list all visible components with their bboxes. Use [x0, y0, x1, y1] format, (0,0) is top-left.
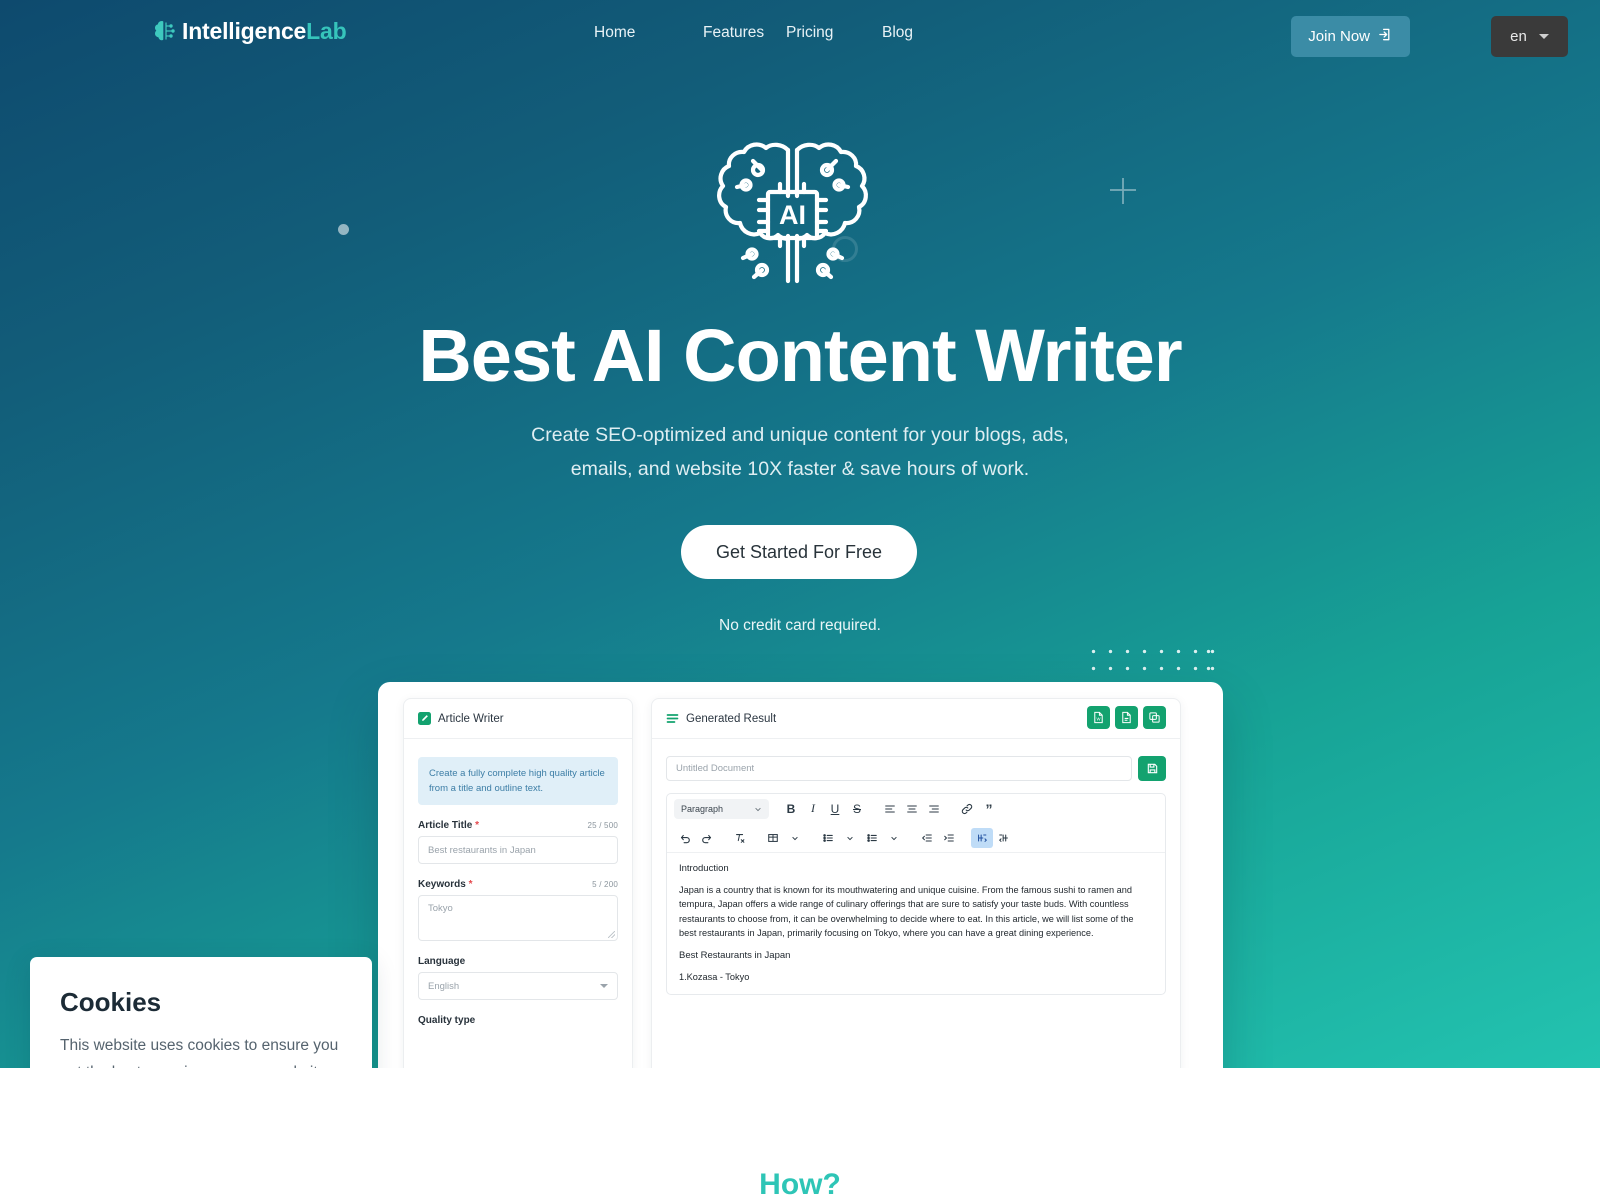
cookie-banner-title: Cookies	[60, 987, 162, 1017]
svg-text:W: W	[1096, 717, 1101, 722]
nav-item-pricing[interactable]: Pricing	[786, 24, 882, 42]
editor-toolbar-row-2	[667, 823, 1165, 852]
table-icon[interactable]	[762, 828, 784, 848]
editor-content[interactable]: Introduction Japan is a country that is …	[667, 852, 1165, 984]
align-left-icon[interactable]	[879, 799, 901, 819]
page-title: Best AI Content Writer	[418, 314, 1182, 397]
bulleted-list-chevron-icon[interactable]	[839, 828, 861, 848]
chevron-down-icon	[1538, 34, 1549, 39]
document-name-row: Untitled Document	[666, 756, 1166, 781]
decorative-dot	[338, 224, 349, 235]
logo[interactable]: IntelligenceLab	[152, 17, 347, 44]
no-credit-card-note: No credit card required.	[719, 617, 881, 634]
language-selector[interactable]: en	[1491, 16, 1568, 57]
align-center-icon[interactable]	[901, 799, 923, 819]
required-marker: *	[475, 820, 479, 831]
nav-item-blog[interactable]: Blog	[882, 24, 991, 42]
content-list-item-1: 1.Kozasa - Tokyo	[679, 972, 750, 983]
article-title-label: Article Title *	[418, 820, 479, 831]
bold-icon[interactable]: B	[780, 799, 802, 819]
logo-text: IntelligenceLab	[182, 17, 347, 44]
hero-section: IntelligenceLab Home Features Pricing Bl…	[0, 0, 1600, 1068]
export-buttons: W	[1087, 706, 1166, 729]
table-chevron-icon[interactable]	[784, 828, 806, 848]
save-floppy-icon[interactable]	[1138, 756, 1166, 781]
hero-subtitle: Create SEO-optimized and unique content …	[0, 418, 1600, 486]
bulleted-list-icon[interactable]	[817, 828, 839, 848]
content-paragraph-1: Japan is a country that is known for its…	[679, 885, 1134, 938]
article-title-input[interactable]: Best restaurants in Japan	[418, 836, 618, 864]
generated-result-panel: Generated Result W Untitled Document Par…	[651, 698, 1181, 1068]
clear-format-icon[interactable]	[729, 828, 751, 848]
nav-links: Home Features Pricing Blog	[594, 24, 991, 42]
block-format-select[interactable]: Paragraph	[674, 798, 769, 819]
logo-text-primary: Intelligence	[182, 17, 307, 44]
content-heading-best-restaurants: Best Restaurants in Japan	[679, 950, 791, 962]
language-select[interactable]: English	[418, 972, 618, 1000]
quality-type-label: Quality type	[418, 1015, 476, 1026]
logo-text-accent: Lab	[306, 17, 347, 44]
word-export-icon[interactable]: W	[1087, 706, 1110, 729]
pencil-square-icon	[418, 712, 431, 725]
keywords-field-row: Keywords * 5 / 200	[418, 879, 618, 890]
underline-icon[interactable]: U	[824, 799, 846, 819]
brain-circuit-icon	[152, 18, 178, 44]
content-heading-introduction: Introduction	[679, 863, 729, 874]
redo-icon[interactable]	[696, 828, 718, 848]
align-right-icon[interactable]	[923, 799, 945, 819]
quote-icon[interactable]: ”	[978, 799, 1000, 819]
nav-item-features[interactable]: Features	[703, 24, 786, 42]
nav-item-home[interactable]: Home	[594, 24, 703, 42]
article-writer-header: Article Writer	[404, 699, 632, 739]
outdent-icon[interactable]	[916, 828, 938, 848]
cookie-banner-text: This website uses cookies to ensure you …	[60, 1037, 339, 1068]
editor-toolbar-row-1: Paragraph B I U S ”	[667, 794, 1165, 823]
hero-subtitle-line-1: Create SEO-optimized and unique content …	[531, 424, 1069, 446]
chevron-down-icon	[600, 984, 608, 988]
italic-icon[interactable]: I	[802, 799, 824, 819]
ltr-direction-icon[interactable]	[971, 827, 993, 848]
get-started-button[interactable]: Get Started For Free	[681, 525, 917, 579]
pdf-export-icon[interactable]	[1115, 706, 1138, 729]
join-now-label: Join Now	[1308, 28, 1370, 45]
decorative-plus-icon	[1110, 178, 1136, 204]
main-navigation: IntelligenceLab Home Features Pricing Bl…	[0, 0, 1600, 72]
link-icon[interactable]	[956, 799, 978, 819]
join-now-button[interactable]: Join Now	[1291, 16, 1410, 57]
block-format-value: Paragraph	[681, 803, 724, 814]
language-field-row: Language	[418, 956, 618, 967]
language-label: Language	[418, 956, 466, 967]
numbered-list-chevron-icon[interactable]	[883, 828, 905, 848]
hero-subtitle-line-2: emails, and website 10X faster & save ho…	[570, 458, 1030, 480]
article-writer-info: Create a fully complete high quality art…	[418, 757, 618, 805]
language-selector-value: en	[1510, 28, 1527, 45]
copy-export-icon[interactable]	[1143, 706, 1166, 729]
how-section-title: How?	[759, 1168, 841, 1200]
numbered-list-icon[interactable]	[861, 828, 883, 848]
svg-text:AI: AI	[779, 200, 806, 230]
strikethrough-icon[interactable]: S	[846, 799, 868, 819]
app-preview: Article Writer Create a fully complete h…	[378, 682, 1223, 1068]
article-writer-title: Article Writer	[438, 712, 504, 725]
rtl-direction-icon[interactable]	[993, 828, 1015, 848]
login-arrow-icon	[1378, 27, 1393, 46]
keywords-label: Keywords *	[418, 879, 473, 890]
required-marker: *	[468, 879, 473, 890]
article-title-counter: 25 / 500	[587, 821, 618, 830]
rich-text-editor: Paragraph B I U S ” Introduction Japan i…	[666, 793, 1166, 996]
keywords-counter: 5 / 200	[592, 880, 618, 889]
keywords-textarea[interactable]: Tokyo	[418, 895, 618, 941]
article-writer-panel: Article Writer Create a fully complete h…	[403, 698, 633, 1068]
cookie-banner: Cookies This website uses cookies to ens…	[30, 957, 372, 1068]
ai-brain-chip-icon: AI	[700, 128, 885, 303]
generated-result-title: Generated Result	[686, 712, 777, 725]
document-name-input[interactable]: Untitled Document	[666, 756, 1132, 781]
article-title-field-row: Article Title * 25 / 500	[418, 820, 618, 831]
undo-icon[interactable]	[674, 828, 696, 848]
language-select-value: English	[428, 980, 460, 992]
quality-type-field-row: Quality type	[418, 1015, 618, 1026]
list-lines-icon	[666, 712, 679, 725]
indent-icon[interactable]	[938, 828, 960, 848]
